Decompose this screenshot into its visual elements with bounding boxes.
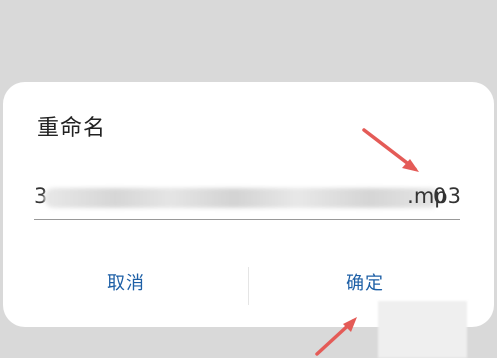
- filename-extension: .mp3: [407, 184, 461, 208]
- cancel-button[interactable]: 取消: [107, 269, 145, 295]
- blurred-filename: [44, 188, 440, 208]
- redacted-area: [378, 301, 467, 358]
- confirm-button[interactable]: 确定: [346, 269, 384, 295]
- button-divider: [248, 267, 249, 305]
- input-underline: [34, 219, 460, 220]
- filename-field[interactable]: 3 0 .mp3: [34, 180, 461, 220]
- dialog-title: 重命名: [37, 116, 107, 141]
